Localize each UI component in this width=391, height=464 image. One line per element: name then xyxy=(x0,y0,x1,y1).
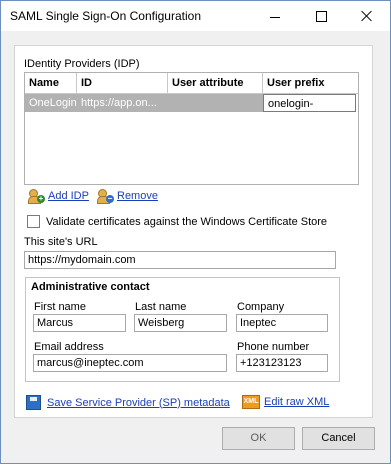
email-label: Email address xyxy=(34,341,104,353)
cell-user-prefix-editor[interactable]: onelogin- xyxy=(263,94,356,112)
add-idp-button[interactable]: + Add IDP xyxy=(28,189,89,204)
idp-table[interactable]: Name ID User attribute User prefix OneLo… xyxy=(24,72,359,185)
save-metadata-link[interactable]: Save Service Provider (SP) metadata xyxy=(47,397,230,409)
idp-group-label: IDentity Providers (IDP) xyxy=(24,58,140,70)
phone-field[interactable]: +123123123 xyxy=(236,354,328,372)
save-metadata-button[interactable]: Save Service Provider (SP) metadata xyxy=(26,395,230,410)
minimize-icon xyxy=(270,16,280,18)
minimize-button[interactable] xyxy=(252,1,298,31)
cancel-button[interactable]: Cancel xyxy=(302,427,375,450)
remove-idp-button[interactable]: − Remove xyxy=(97,189,158,204)
edit-xml-button[interactable]: XML Edit raw XML xyxy=(242,395,329,409)
title-bar[interactable]: SAML Single Sign-On Configuration xyxy=(1,1,390,31)
column-header-user-attribute[interactable]: User attribute xyxy=(168,73,263,93)
add-user-icon: + xyxy=(28,189,45,204)
site-url-input[interactable]: https://mydomain.com xyxy=(24,251,336,269)
company-field[interactable]: Ineptec xyxy=(236,314,328,332)
company-label: Company xyxy=(237,301,285,313)
remove-user-icon: − xyxy=(97,189,114,204)
cell-user-attribute[interactable] xyxy=(168,94,263,112)
column-header-name[interactable]: Name xyxy=(25,73,77,93)
remove-idp-link[interactable]: Remove xyxy=(117,190,158,202)
close-button[interactable] xyxy=(344,1,390,31)
first-name-field[interactable]: Marcus xyxy=(33,314,126,332)
last-name-field[interactable]: Weisberg xyxy=(134,314,227,332)
xml-file-icon: XML xyxy=(242,395,260,409)
column-header-id[interactable]: ID xyxy=(77,73,168,93)
cell-id[interactable]: https://app.on... xyxy=(77,94,168,112)
maximize-icon xyxy=(315,10,327,22)
window-title: SAML Single Sign-On Configuration xyxy=(10,9,201,23)
validate-cert-label: Validate certificates against the Window… xyxy=(46,215,328,228)
close-icon xyxy=(361,10,373,22)
idp-table-header: Name ID User attribute User prefix xyxy=(25,73,358,94)
admin-contact-title: Administrative contact xyxy=(31,281,150,293)
table-row[interactable]: OneLogin https://app.on... onelogin- xyxy=(25,94,358,112)
save-disk-icon xyxy=(26,395,41,410)
validate-cert-checkbox[interactable] xyxy=(27,215,40,228)
cell-name[interactable]: OneLogin xyxy=(25,94,77,112)
column-header-user-prefix[interactable]: User prefix xyxy=(263,73,358,93)
edit-xml-link[interactable]: Edit raw XML xyxy=(264,396,329,408)
ok-button[interactable]: OK xyxy=(222,427,295,450)
validate-cert-option[interactable]: Validate certificates against the Window… xyxy=(27,215,327,228)
first-name-label: First name xyxy=(34,301,86,313)
add-idp-link[interactable]: Add IDP xyxy=(48,190,89,202)
maximize-button[interactable] xyxy=(298,1,344,31)
phone-label: Phone number xyxy=(237,341,310,353)
site-url-label: This site's URL xyxy=(24,236,98,248)
last-name-label: Last name xyxy=(135,301,187,313)
email-field[interactable]: marcus@ineptec.com xyxy=(33,354,227,372)
